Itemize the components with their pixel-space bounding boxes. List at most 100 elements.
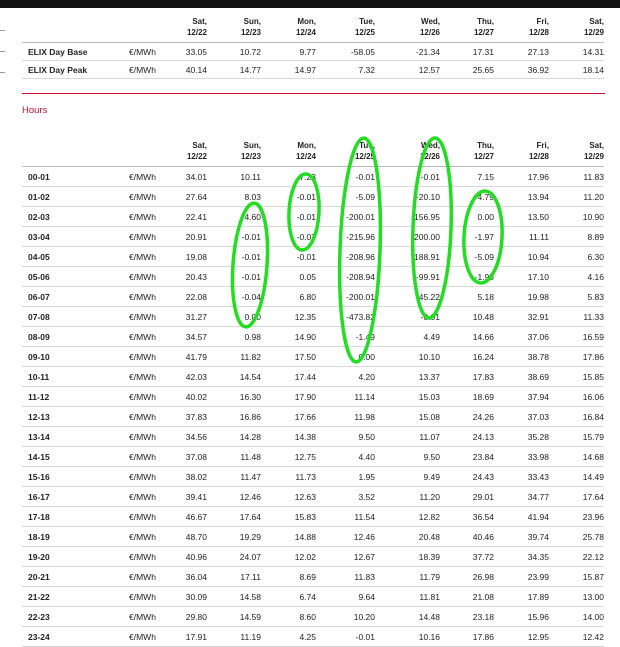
weekday-label: Thu,	[477, 141, 494, 150]
price-cell: 14.38	[294, 432, 316, 442]
row-label: 19-20	[28, 552, 50, 562]
price-cell: 17.90	[294, 392, 316, 402]
unit-label: €/MWh	[129, 252, 156, 262]
price-cell: 19.98	[527, 292, 549, 302]
weekday-label: Sat,	[589, 141, 604, 150]
table-row: 15-16 €/MWh 38.02 11.47 11.73 1.95 9.49 24.43 33…	[22, 467, 604, 487]
price-cell: 17.64	[582, 492, 604, 502]
price-cell: 11.54	[354, 512, 375, 522]
price-cell: 15.96	[527, 612, 549, 622]
price-cell: 19.29	[239, 532, 261, 542]
price-cell: 9.49	[423, 472, 440, 482]
row-label: 09-10	[28, 352, 50, 362]
hours-heading: Hours	[22, 105, 48, 116]
price-cell: 0.00	[244, 312, 261, 322]
date-label: 12/23	[240, 152, 261, 161]
price-cell: 23.99	[527, 572, 549, 582]
price-cell: 11.11	[528, 232, 549, 242]
price-cell: 40.46	[472, 532, 494, 542]
price-cell: 37.72	[472, 552, 494, 562]
price-cell: 9.64	[358, 592, 375, 602]
price-cell: -0.01	[420, 312, 440, 322]
table-row: 07-08 €/MWh 31.27 0.00 12.35 -473.82 -0.01 10.4…	[22, 307, 604, 327]
column-header-day: Thu, 12/27	[444, 140, 494, 162]
weekday-label: Fri,	[536, 141, 549, 150]
table-row: 21-22 €/MWh 30.09 14.58 6.74 9.64 11.81 21.08 17…	[22, 587, 604, 607]
weekday-label: Sun,	[243, 141, 261, 150]
price-cell: 8.60	[299, 612, 316, 622]
price-cell: 11.79	[419, 572, 440, 582]
table-row: 20-21 €/MWh 36.04 17.11 8.69 11.83 11.79 26.98 2…	[22, 567, 604, 587]
date-label: 12/26	[419, 152, 440, 161]
price-cell: -0.01	[420, 172, 440, 182]
price-cell: -99.91	[415, 272, 440, 282]
unit-label: €/MWh	[129, 492, 156, 502]
unit-label: €/MWh	[129, 332, 156, 342]
price-cell: -0.01	[241, 232, 261, 242]
price-cell: 5.18	[477, 292, 494, 302]
price-cell: 13.94	[527, 192, 549, 202]
weekday-label: Sat,	[192, 141, 207, 150]
price-cell: 30.09	[185, 592, 207, 602]
row-label: 18-19	[28, 532, 50, 542]
price-cell: 12.42	[582, 632, 604, 642]
row-label: 11-12	[28, 392, 50, 402]
column-header-day: Sat, 12/22	[157, 140, 207, 162]
unit-label: €/MWh	[129, 552, 156, 562]
date-label: 12/28	[528, 28, 549, 37]
price-cell: 11.83	[583, 172, 604, 182]
price-cell: -0.07	[296, 232, 316, 242]
price-cell: -200.00	[411, 232, 440, 242]
price-cell: 24.43	[472, 472, 494, 482]
price-cell: 41.79	[185, 352, 207, 362]
price-cell: -200.01	[346, 292, 375, 302]
unit-label: €/MWh	[129, 232, 156, 242]
date-label: 12/29	[583, 152, 604, 161]
price-cell: 23.96	[582, 512, 604, 522]
row-label: 10-11	[28, 372, 50, 382]
table-row: 02-03 €/MWh 22.41 4.60 -0.01 -200.01 -156.95 0.…	[22, 207, 604, 227]
price-cell: 4.25	[299, 632, 316, 642]
price-cell: 13.50	[527, 212, 549, 222]
price-cell: 38.02	[185, 472, 207, 482]
table-row: ELIX Day Base €/MWh 33.05 10.72 9.77 -58.05 -2…	[22, 43, 604, 61]
price-cell: 40.02	[185, 392, 207, 402]
date-label: 12/29	[583, 28, 604, 37]
row-label: 23-24	[28, 632, 50, 642]
column-header-day: Sun, 12/23	[211, 140, 261, 162]
price-cell: 24.07	[239, 552, 261, 562]
price-cell: 14.48	[418, 612, 440, 622]
price-cell: 20.48	[418, 532, 440, 542]
price-cell: -1.49	[355, 332, 375, 342]
price-cell: 8.69	[299, 572, 316, 582]
price-cell: 16.84	[582, 412, 604, 422]
price-cell: 10.48	[472, 312, 494, 322]
price-cell: 17.86	[582, 352, 604, 362]
table-row: 17-18 €/MWh 46.67 17.64 15.83 11.54 12.82 36.54…	[22, 507, 604, 527]
price-cell: 17.50	[294, 352, 316, 362]
table-row: 13-14 €/MWh 34.56 14.28 14.38 9.50 11.07 24.13 3…	[22, 427, 604, 447]
price-cell: 4.49	[423, 332, 440, 342]
price-cell: 10.10	[418, 352, 440, 362]
price-cell: 15.79	[582, 432, 604, 442]
price-cell: 17.11	[240, 572, 261, 582]
unit-label: €/MWh	[129, 352, 156, 362]
row-label: 03-04	[28, 232, 50, 242]
price-cell: 18.69	[472, 392, 494, 402]
price-cell: 0.05	[299, 272, 316, 282]
price-cell: -0.01	[296, 212, 316, 222]
price-cell: 6.30	[587, 252, 604, 262]
price-cell: 10.20	[353, 612, 375, 622]
weekday-label: Mon,	[297, 141, 316, 150]
price-cell: 16.06	[582, 392, 604, 402]
column-header-day: Fri, 12/28	[499, 16, 549, 38]
price-cell: 0.98	[244, 332, 261, 342]
row-label: 02-03	[28, 212, 50, 222]
unit-label: €/MWh	[129, 65, 156, 75]
price-cell: 14.59	[239, 612, 261, 622]
unit-label: €/MWh	[129, 532, 156, 542]
price-cell: 13.37	[418, 372, 440, 382]
price-cell: 26.98	[472, 572, 494, 582]
price-cell: 15.03	[418, 392, 440, 402]
price-cell: 15.85	[582, 372, 604, 382]
